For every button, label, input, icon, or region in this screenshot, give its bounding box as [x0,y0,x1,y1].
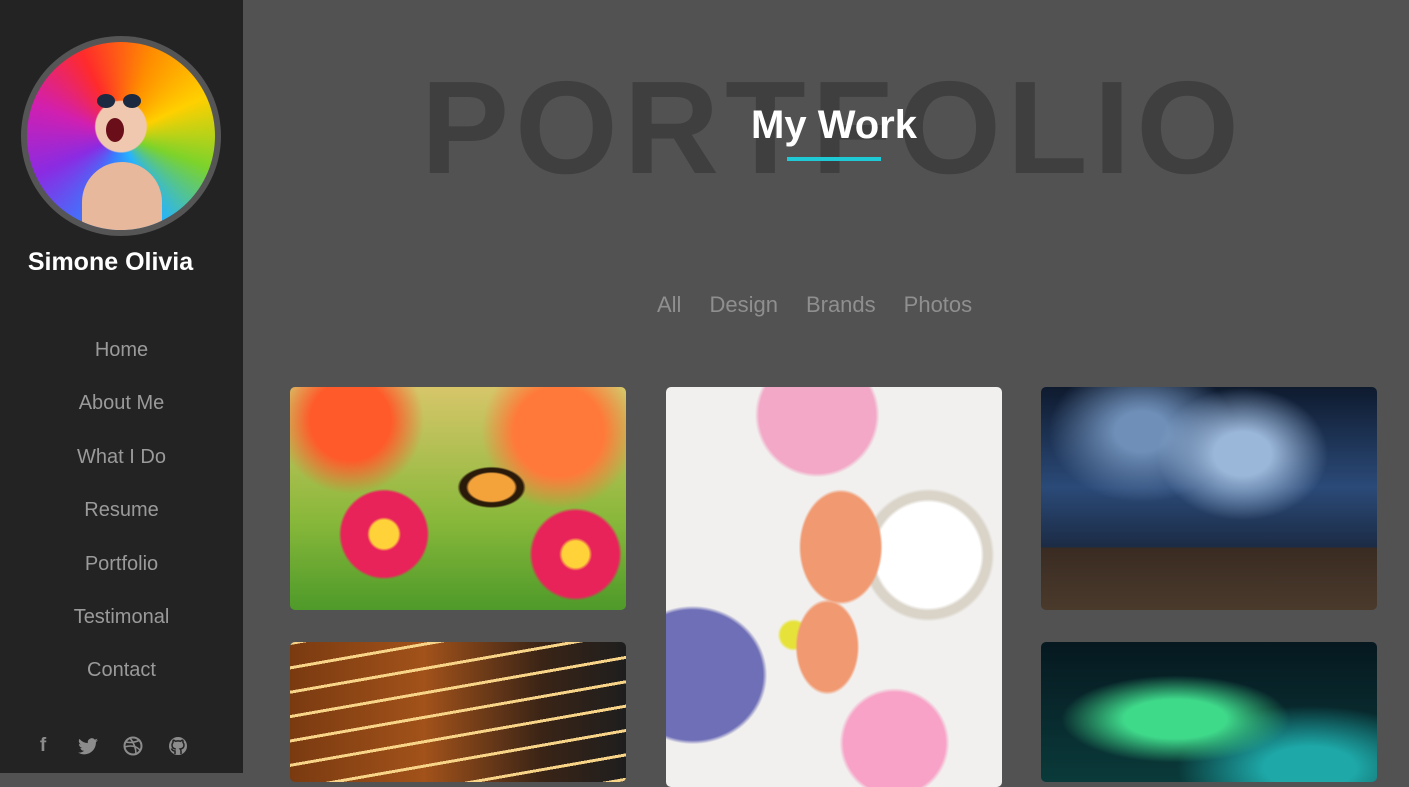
avatar [27,42,215,230]
portfolio-item-butterfly[interactable] [290,387,626,610]
sidebar-nav: Home About Me What I Do Resume Portfolio… [0,334,243,708]
filter-all[interactable]: All [657,292,681,318]
section-title: My Work [751,103,917,147]
nav-item-what-i-do[interactable]: What I Do [0,441,243,494]
filter-brands[interactable]: Brands [806,292,876,318]
nav-item-portfolio[interactable]: Portfolio [0,548,243,601]
avatar-glasses [97,94,141,108]
portfolio-item-paper-cutouts[interactable] [666,387,1002,787]
twitter-icon[interactable] [75,733,101,759]
nav-item-about-me[interactable]: About Me [0,387,243,440]
social-links: f [30,733,191,759]
filter-photos[interactable]: Photos [904,292,973,318]
profile-name: Simone Olivia [27,248,194,276]
portfolio-filters: All Design Brands Photos [657,292,972,318]
portfolio-item-carousel[interactable] [290,642,626,782]
nav-item-contact[interactable]: Contact [0,654,243,707]
facebook-icon[interactable]: f [30,733,56,759]
filter-design[interactable]: Design [709,292,777,318]
nav-item-testimonal[interactable]: Testimonal [0,601,243,654]
nav-item-home[interactable]: Home [0,334,243,387]
nav-item-resume[interactable]: Resume [0,494,243,547]
github-icon[interactable] [165,733,191,759]
dribbble-icon[interactable] [120,733,146,759]
portfolio-section: PORTFOLIO My Work All Design Brands Phot… [243,0,1409,787]
avatar-frame [21,36,221,236]
portfolio-item-aurora[interactable] [1041,642,1377,782]
title-underline [787,157,881,161]
sidebar: Simone Olivia Home About Me What I Do Re… [0,0,243,773]
avatar-body [82,162,162,230]
portfolio-item-storm[interactable] [1041,387,1377,610]
avatar-mouth [106,118,124,142]
